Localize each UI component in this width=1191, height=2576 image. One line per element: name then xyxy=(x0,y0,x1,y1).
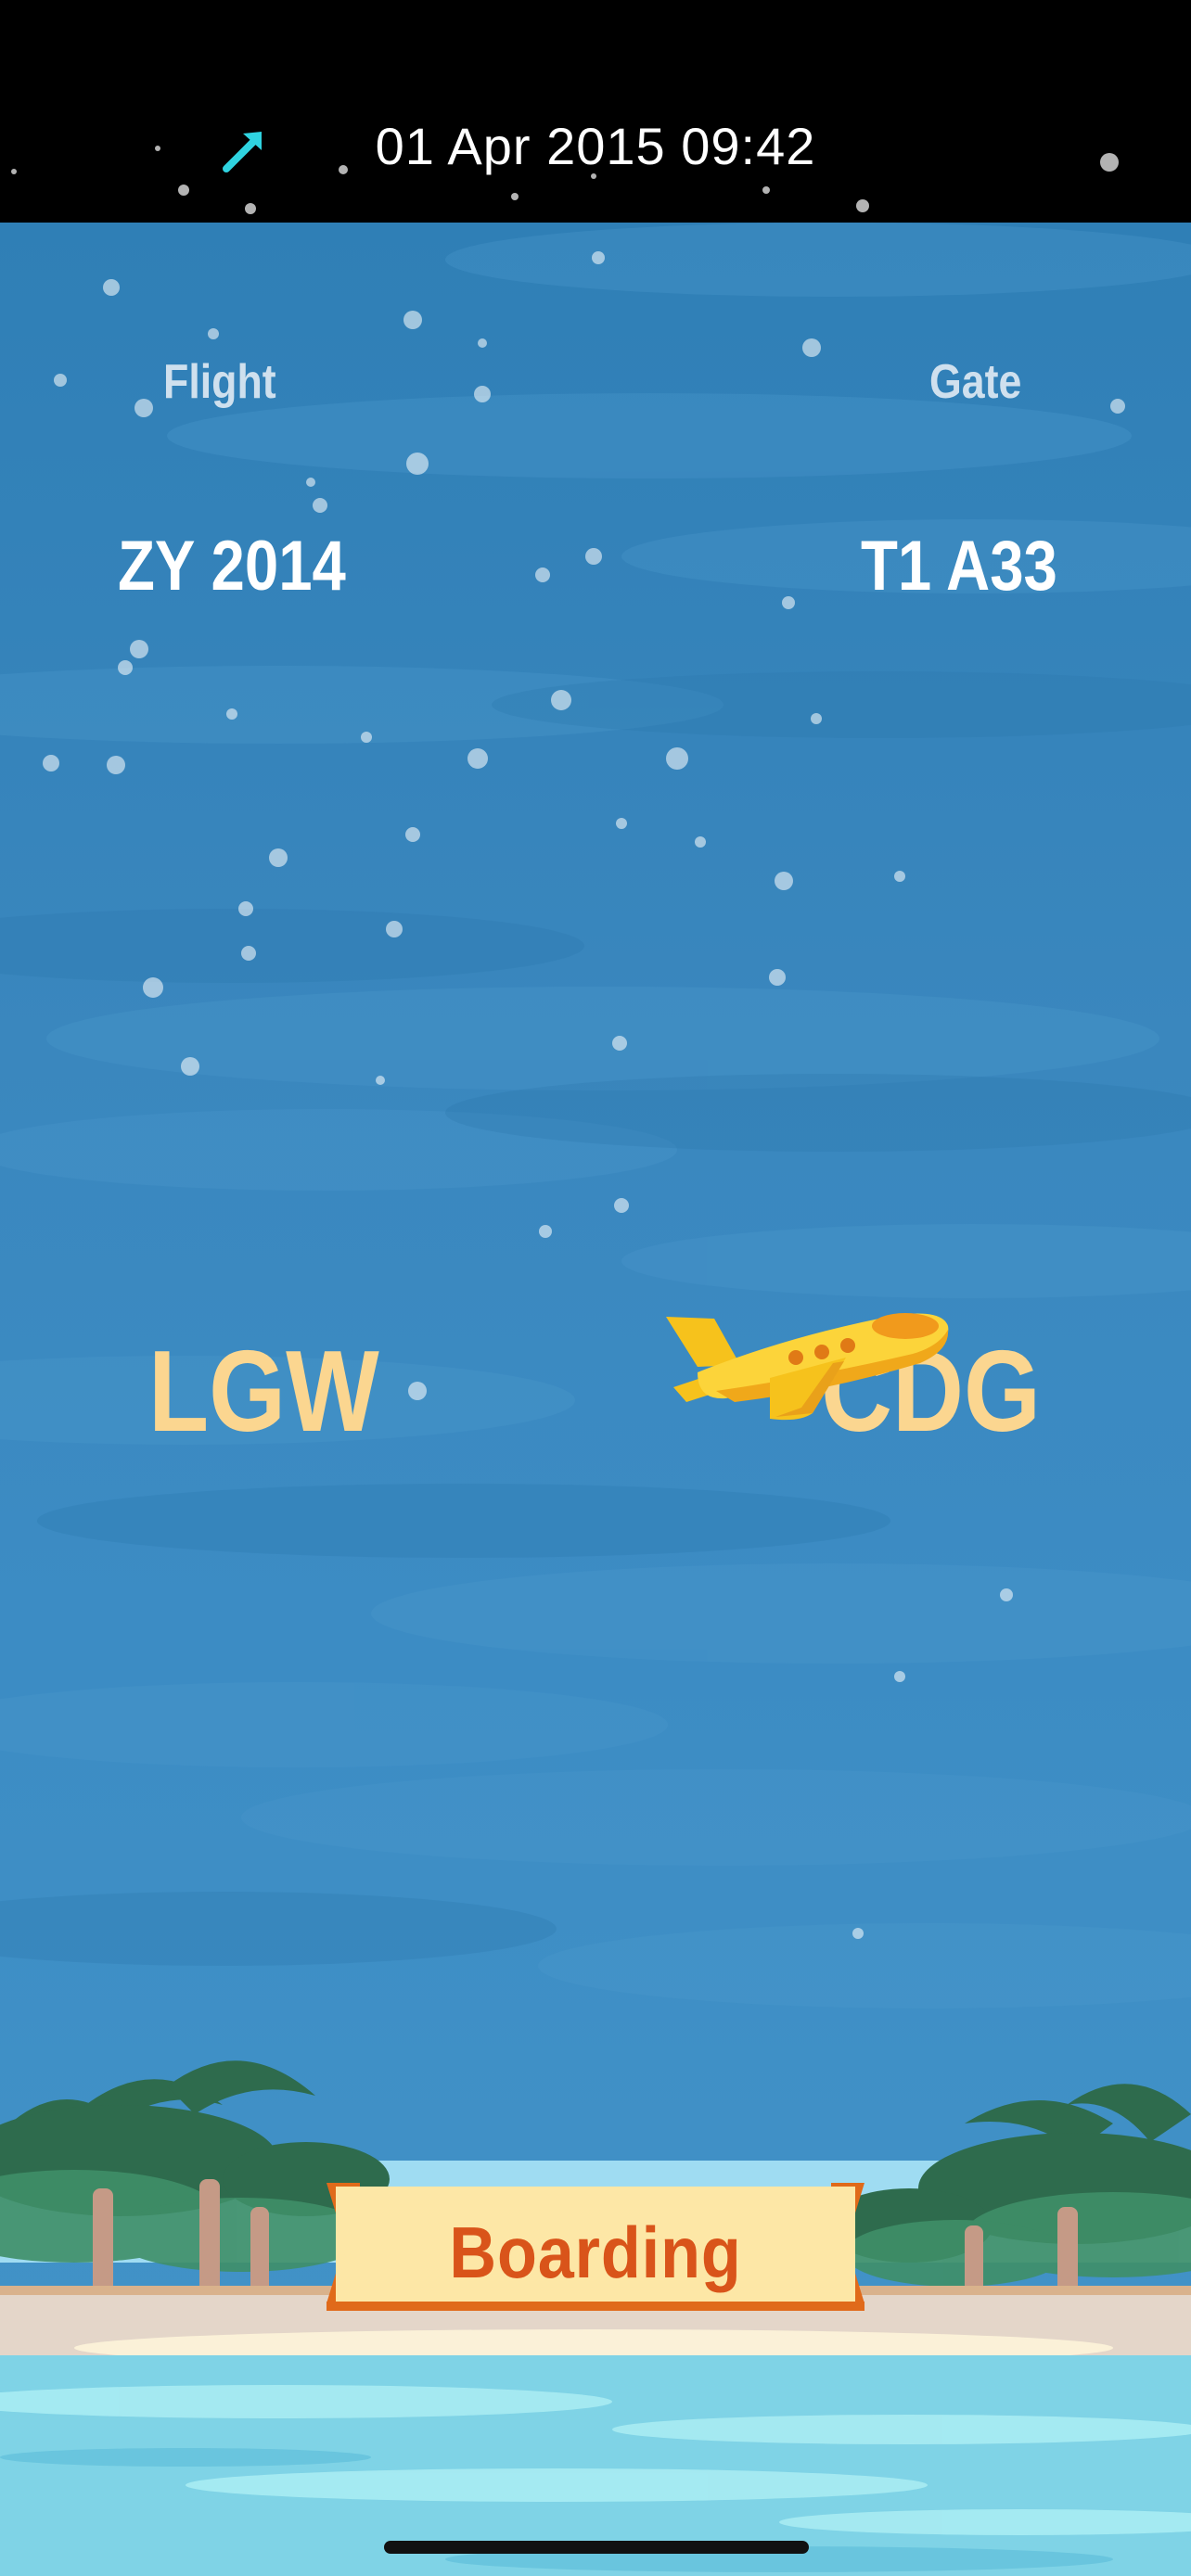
flight-status-screen: 01 Apr 2015 09:42 Flight Gate ZY 2014 T1… xyxy=(0,0,1191,2576)
gate-number: T1 A33 xyxy=(861,527,1057,606)
home-indicator[interactable] xyxy=(384,2541,809,2554)
boarding-status-banner[interactable]: Boarding xyxy=(327,2183,864,2315)
origin-airport-code: LGW xyxy=(148,1328,379,1456)
status-bar-sparkles xyxy=(11,146,1119,214)
boarding-status-label: Boarding xyxy=(449,2212,742,2293)
gate-label: Gate xyxy=(929,355,1022,409)
status-bar: 01 Apr 2015 09:42 xyxy=(0,0,1191,223)
flight-number: ZY 2014 xyxy=(118,527,346,606)
flight-label: Flight xyxy=(163,355,276,409)
airplane-icon xyxy=(666,1313,949,1421)
